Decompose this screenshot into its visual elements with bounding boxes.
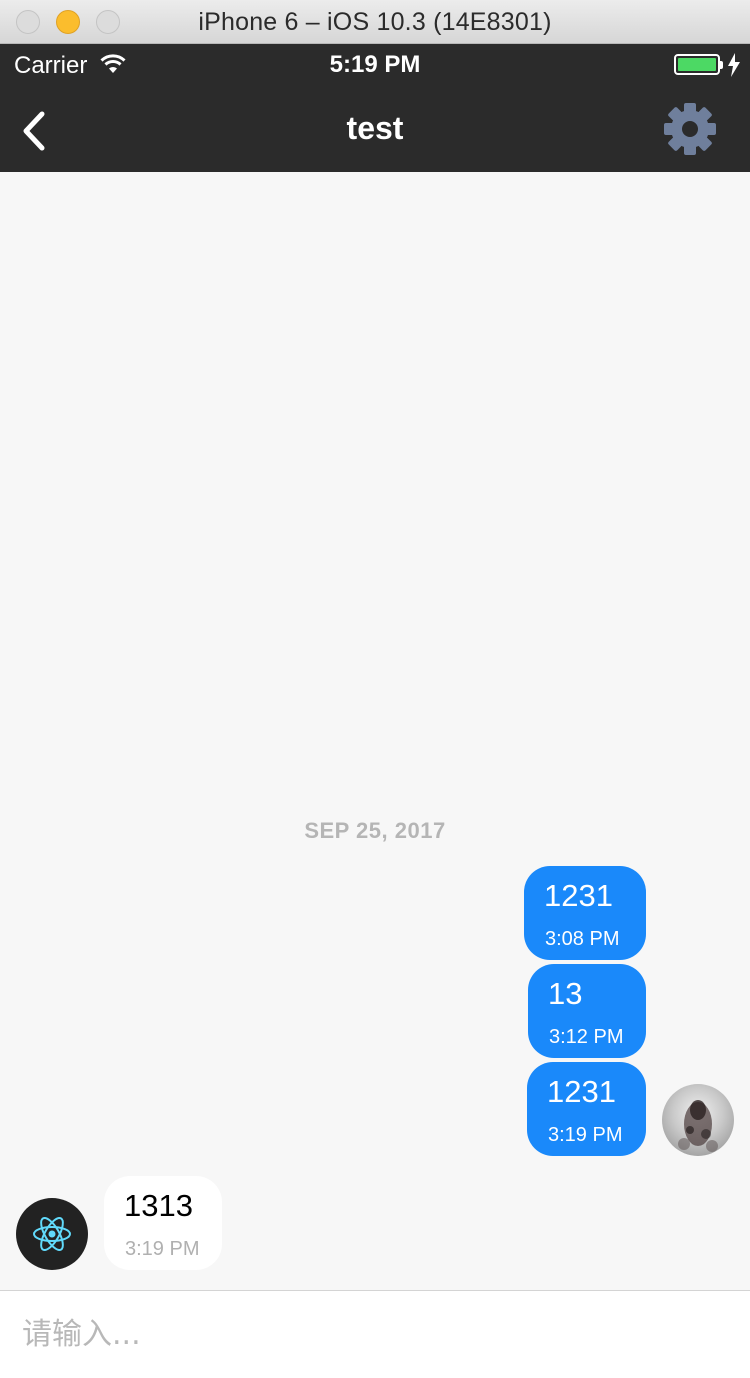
gear-icon <box>664 103 716 155</box>
battery-icon <box>674 54 720 75</box>
navigation-bar: test <box>0 86 750 172</box>
status-time: 5:19 PM <box>329 51 421 78</box>
chat-message-list[interactable]: SEP 25, 2017 1231 3:08 PM 13 3:12 PM 123… <box>0 172 750 1290</box>
contact-avatar[interactable] <box>16 1198 88 1270</box>
user-avatar-image <box>678 1100 718 1152</box>
battery-tip <box>720 61 723 69</box>
outgoing-message-bubble[interactable]: 1231 3:08 PM <box>524 866 646 960</box>
message-text: 1231 <box>544 878 613 913</box>
outgoing-message-bubble[interactable]: 13 3:12 PM <box>528 964 646 1058</box>
window-title: iPhone 6 – iOS 10.3 (14E8301) <box>198 8 552 36</box>
react-logo-icon <box>33 1217 71 1251</box>
charging-bolt-icon <box>728 53 740 77</box>
message-time: 3:19 PM <box>548 1124 623 1146</box>
simulator-titlebar: iPhone 6 – iOS 10.3 (14E8301) <box>0 0 750 44</box>
user-avatar[interactable] <box>662 1084 734 1156</box>
conversation-title: test <box>346 110 404 146</box>
message-time: 3:08 PM <box>545 928 620 950</box>
status-bar: Carrier 5:19 PM <box>0 44 750 86</box>
battery-level-fill <box>678 58 716 71</box>
message-input[interactable] <box>0 1291 750 1377</box>
message-text: 13 <box>548 976 583 1011</box>
message-text: 1231 <box>547 1074 616 1109</box>
message-time: 3:19 PM <box>125 1238 200 1260</box>
outgoing-message-bubble[interactable]: 1231 3:19 PM <box>527 1062 646 1156</box>
composer-bar <box>0 1290 750 1378</box>
message-text: 1313 <box>124 1188 193 1223</box>
message-time: 3:12 PM <box>549 1026 624 1048</box>
date-separator: SEP 25, 2017 <box>304 818 446 843</box>
settings-button[interactable] <box>662 101 718 157</box>
incoming-message-bubble[interactable]: 1313 3:19 PM <box>104 1176 222 1270</box>
